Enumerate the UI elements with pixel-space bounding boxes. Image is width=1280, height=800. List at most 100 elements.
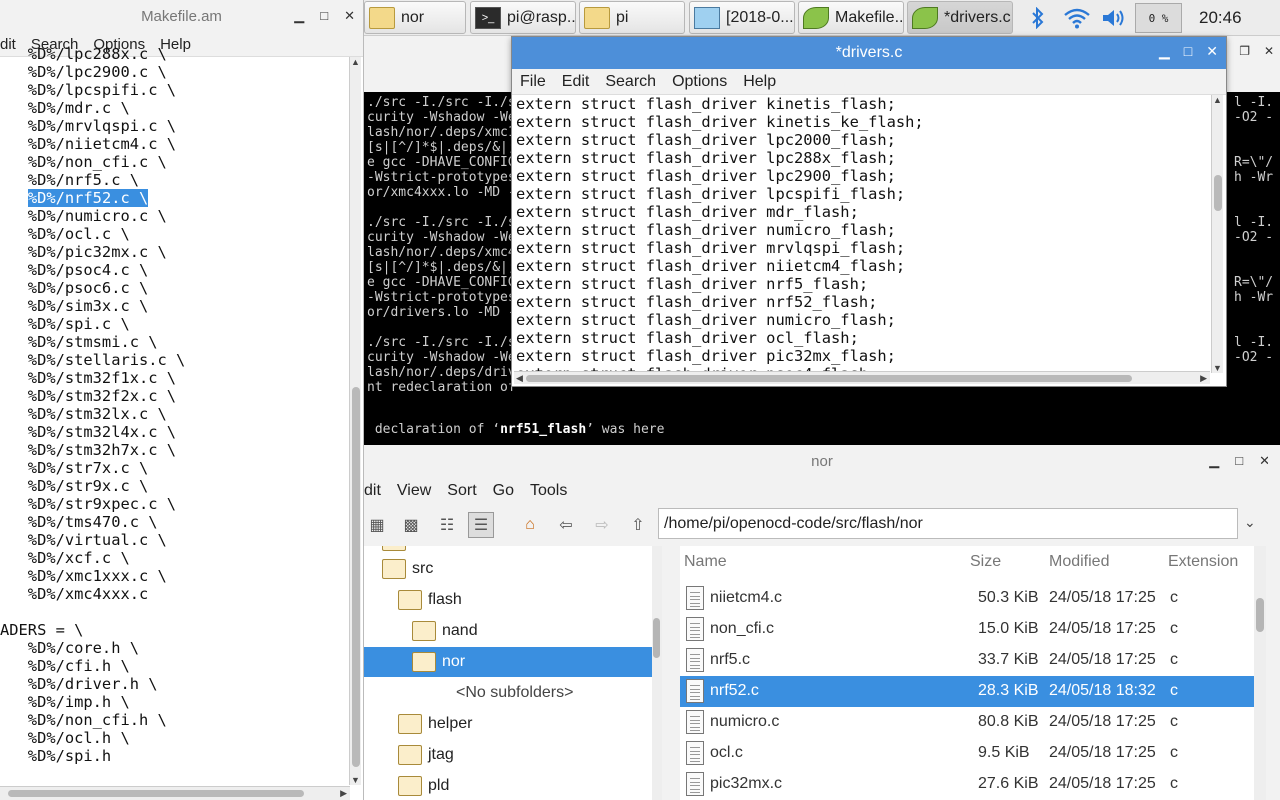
code-line: %D%/ocl.h \: [0, 729, 130, 747]
maximize-button[interactable]: □: [320, 8, 328, 24]
volume-icon[interactable]: [1099, 0, 1129, 36]
vertical-scrollbar[interactable]: [1254, 546, 1266, 800]
minimize-button[interactable]: ▁: [1159, 43, 1170, 60]
cpu-monitor[interactable]: 0 %: [1135, 3, 1182, 33]
close-icon[interactable]: ✕: [1264, 44, 1274, 58]
menu-go[interactable]: Go: [493, 482, 514, 500]
icon-view-icon[interactable]: ▦: [364, 512, 390, 538]
column-modified[interactable]: Modified: [1049, 553, 1109, 571]
task-label: Makefile...: [835, 8, 904, 26]
scroll-up-icon[interactable]: ▲: [351, 57, 360, 67]
scrollbar-thumb[interactable]: [1256, 598, 1264, 632]
file-row[interactable]: non_cfi.c 15.0 KiB 24/05/18 17:25 c: [680, 614, 1260, 645]
compact-view-icon[interactable]: ☷: [434, 512, 460, 538]
menu-sort[interactable]: Sort: [447, 482, 476, 500]
selected-text[interactable]: %D%/nrf52.c \: [27, 189, 149, 207]
window-title-bar[interactable]: nor ▁ □ ✕: [364, 445, 1280, 478]
menu-search[interactable]: Search: [605, 73, 656, 91]
menu-edit[interactable]: Edit: [562, 73, 590, 91]
scroll-down-icon[interactable]: ▼: [1213, 363, 1222, 373]
path-input[interactable]: /home/pi/openocd-code/src/flash/nor: [658, 508, 1238, 539]
minimize-button[interactable]: ▁: [1209, 453, 1219, 469]
folder-icon: [398, 714, 422, 734]
makefile-editor-window: Makefile.am ▁ □ ✕ dit Search Options Hel…: [0, 0, 364, 800]
column-size[interactable]: Size: [970, 553, 1001, 571]
menu-edit[interactable]: dit: [364, 482, 381, 500]
window-title-bar[interactable]: *drivers.c ▁ □ ✕: [512, 37, 1226, 69]
task-button-makefile[interactable]: Makefile...: [798, 1, 904, 34]
column-name[interactable]: Name: [684, 553, 727, 571]
file-row[interactable]: numicro.c 80.8 KiB 24/05/18 17:25 c: [680, 707, 1260, 738]
up-icon[interactable]: ⇧: [625, 512, 651, 538]
list-view-icon[interactable]: ☰: [468, 512, 494, 538]
maximize-button[interactable]: □: [1184, 43, 1192, 60]
task-button-drivers[interactable]: *drivers.c: [907, 1, 1013, 34]
horizontal-scrollbar[interactable]: ▶: [0, 786, 350, 800]
scrollbar-thumb[interactable]: [1214, 175, 1222, 211]
tree-item-pld[interactable]: pld: [398, 771, 662, 800]
vertical-scrollbar[interactable]: ▲ ▼: [1211, 95, 1223, 373]
thumbnail-view-icon[interactable]: ▩: [398, 512, 424, 538]
terminal-line: lash/nor/.deps/xmc1: [367, 125, 516, 140]
window-title-bar[interactable]: Makefile.am ▁ □ ✕: [0, 0, 363, 33]
tree-item-jtag[interactable]: jtag: [398, 740, 662, 770]
scroll-up-icon[interactable]: ▲: [1213, 95, 1222, 105]
folder-icon: [412, 621, 436, 641]
text-area[interactable]: extern struct flash_driver kinetis_flash…: [516, 95, 1212, 371]
file-icon-line: [690, 664, 700, 666]
tree-item-nand[interactable]: nand: [412, 616, 662, 646]
tree-item-helper[interactable]: helper: [398, 709, 662, 739]
file-manager-window: nor ▁ □ ✕ dit View Sort Go Tools ▦ ▩ ☷ ☰…: [364, 445, 1280, 800]
column-extension[interactable]: Extension: [1168, 553, 1238, 571]
file-icon-line: [690, 750, 700, 752]
file-row[interactable]: pic32mx.c 27.6 KiB 24/05/18 17:25 c: [680, 769, 1260, 800]
scroll-down-icon[interactable]: ▼: [351, 775, 360, 785]
scrollbar-thumb[interactable]: [352, 387, 360, 767]
task-button-image-viewer[interactable]: [2018-0...: [689, 1, 795, 34]
text-area[interactable]: %D%/lpc288x.c \ %D%/lpc2900.c \ %D%/lpcs…: [0, 45, 348, 775]
file-icon-line: [690, 785, 700, 786]
tree-item-flash[interactable]: flash: [398, 585, 662, 615]
chevron-down-icon[interactable]: ⌄: [1244, 514, 1256, 531]
file-row[interactable]: nrf5.c 33.7 KiB 24/05/18 17:25 c: [680, 645, 1260, 676]
close-button[interactable]: ✕: [344, 8, 355, 24]
terminal-line: -O2 -: [1234, 230, 1274, 245]
maximize-button[interactable]: □: [1235, 453, 1243, 469]
task-button-terminal[interactable]: >_ pi@rasp...: [470, 1, 576, 34]
file-icon-line: [690, 654, 700, 655]
close-button[interactable]: ✕: [1206, 43, 1218, 60]
task-button-pi[interactable]: pi: [579, 1, 685, 34]
horizontal-scrollbar[interactable]: ◀ ▶: [514, 371, 1210, 384]
home-icon[interactable]: ⌂: [517, 512, 543, 538]
minimize-button[interactable]: ▁: [294, 8, 304, 24]
scrollbar-thumb[interactable]: [8, 790, 304, 797]
scroll-left-icon[interactable]: ◀: [516, 373, 523, 384]
restore-icon[interactable]: ❐: [1239, 44, 1250, 58]
file-size: 50.3 KiB: [978, 589, 1039, 606]
code-line: ADERS = \: [0, 621, 84, 639]
file-row[interactable]: nrf52.c 28.3 KiB 24/05/18 18:32 c: [680, 676, 1260, 707]
code-line: %D%/psoc6.c \: [0, 279, 149, 297]
vertical-scrollbar[interactable]: ▲ ▼: [349, 57, 361, 785]
vertical-scrollbar[interactable]: [652, 546, 662, 800]
task-button-nor[interactable]: nor: [364, 1, 466, 34]
menu-options[interactable]: Options: [672, 73, 727, 91]
scroll-right-icon[interactable]: ▶: [340, 788, 347, 799]
wifi-icon[interactable]: [1061, 0, 1093, 36]
file-row[interactable]: niietcm4.c 50.3 KiB 24/05/18 17:25 c: [680, 583, 1260, 614]
bluetooth-icon[interactable]: [1026, 0, 1050, 36]
scroll-right-icon[interactable]: ▶: [1200, 373, 1207, 384]
forward-icon[interactable]: ⇨: [589, 512, 615, 538]
scrollbar-thumb[interactable]: [526, 375, 1132, 382]
scrollbar-thumb[interactable]: [653, 618, 660, 658]
file-row[interactable]: ocl.c 9.5 KiB 24/05/18 17:25 c: [680, 738, 1260, 769]
back-icon[interactable]: ⇦: [553, 512, 579, 538]
clock[interactable]: 20:46: [1199, 0, 1242, 36]
tree-item-nor[interactable]: nor: [364, 647, 662, 677]
menu-view[interactable]: View: [397, 482, 431, 500]
menu-tools[interactable]: Tools: [530, 482, 567, 500]
menu-file[interactable]: File: [520, 73, 546, 91]
terminal-line: R=\"/: [1234, 155, 1274, 170]
menu-help[interactable]: Help: [743, 73, 776, 91]
tree-item-src[interactable]: src: [382, 554, 662, 584]
